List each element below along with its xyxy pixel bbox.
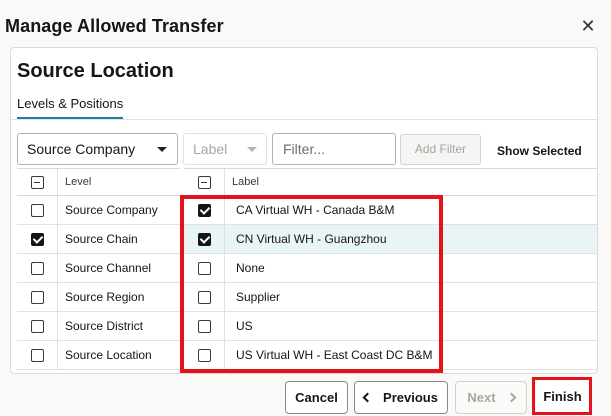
column-header-label: Label (232, 176, 259, 188)
table-row[interactable]: CN Virtual WH - Guangzhou (184, 225, 597, 254)
levels-table-header: Level (17, 169, 180, 196)
table-row[interactable]: Source Company (17, 196, 180, 225)
row-checkbox[interactable] (198, 291, 211, 304)
row-label: None (236, 261, 265, 275)
row-label: US (236, 319, 253, 333)
row-label: Supplier (236, 290, 281, 304)
caret-down-icon (157, 147, 167, 152)
cancel-button[interactable]: Cancel (285, 381, 348, 414)
row-checkbox[interactable] (31, 233, 44, 246)
table-row[interactable]: US Virtual WH - East Coast DC B&M (184, 341, 597, 370)
table-row[interactable]: CA Virtual WH - Canada B&M (184, 196, 597, 225)
row-label: Source Location (65, 348, 152, 362)
labels-table-header: Label (184, 169, 597, 196)
filter-input[interactable] (272, 133, 396, 165)
tab-levels-positions[interactable]: Levels & Positions (17, 96, 124, 119)
table-row[interactable]: Supplier (184, 283, 597, 312)
row-checkbox[interactable] (31, 262, 44, 275)
add-filter-button[interactable]: Add Filter (400, 134, 481, 165)
previous-button[interactable]: Previous (354, 381, 448, 414)
close-icon[interactable]: ✕ (578, 16, 598, 36)
row-label: Source Channel (65, 261, 152, 275)
level-select[interactable]: Source Company (17, 133, 178, 165)
row-label: US Virtual WH - East Coast DC B&M (236, 348, 433, 362)
row-label: Source Chain (65, 232, 138, 246)
label-select-value: Label (193, 141, 228, 157)
source-location-panel: Source Location Levels & Positions Sourc… (10, 47, 598, 374)
finish-button[interactable]: Finish (536, 381, 589, 414)
chevron-right-icon (506, 392, 517, 403)
dialog-title: Manage Allowed Transfer (5, 16, 224, 36)
section-title: Source Location (17, 60, 174, 82)
caret-down-icon (247, 147, 257, 152)
row-label: Source Company (65, 203, 158, 217)
table-row[interactable]: Source Region (17, 283, 180, 312)
row-checkbox[interactable] (198, 233, 211, 246)
previous-label: Previous (383, 390, 438, 405)
labels-table: Label CA Virtual WH - Canada B&M CN Virtu… (184, 168, 597, 374)
label-select[interactable]: Label (183, 133, 267, 165)
row-checkbox[interactable] (31, 349, 44, 362)
table-row[interactable]: US (184, 312, 597, 341)
next-label: Next (467, 390, 496, 405)
show-selected-link[interactable]: Show Selected (497, 144, 582, 158)
table-row[interactable]: Source Channel (17, 254, 180, 283)
row-label: CN Virtual WH - Guangzhou (236, 232, 387, 246)
table-row[interactable]: Source District (17, 312, 180, 341)
row-checkbox[interactable] (31, 320, 44, 333)
table-row[interactable]: Source Location (17, 341, 180, 370)
row-label: Source Region (65, 290, 145, 304)
select-all-labels-checkbox[interactable] (198, 176, 211, 189)
table-row[interactable]: Source Chain (17, 225, 180, 254)
chevron-left-icon (362, 392, 373, 403)
row-checkbox[interactable] (31, 204, 44, 217)
row-checkbox[interactable] (198, 349, 211, 362)
select-all-levels-checkbox[interactable] (31, 176, 44, 189)
row-label: Source District (65, 319, 144, 333)
level-select-value: Source Company (27, 141, 136, 157)
row-label: CA Virtual WH - Canada B&M (236, 203, 395, 217)
row-checkbox[interactable] (198, 204, 211, 217)
row-checkbox[interactable] (198, 320, 211, 333)
row-checkbox[interactable] (31, 291, 44, 304)
next-button[interactable]: Next (455, 381, 527, 414)
levels-table: Level Source Company Source Chain Source C… (17, 168, 180, 374)
column-header-level: Level (65, 176, 92, 188)
tab-divider (11, 119, 597, 120)
table-row[interactable]: None (184, 254, 597, 283)
row-checkbox[interactable] (198, 262, 211, 275)
